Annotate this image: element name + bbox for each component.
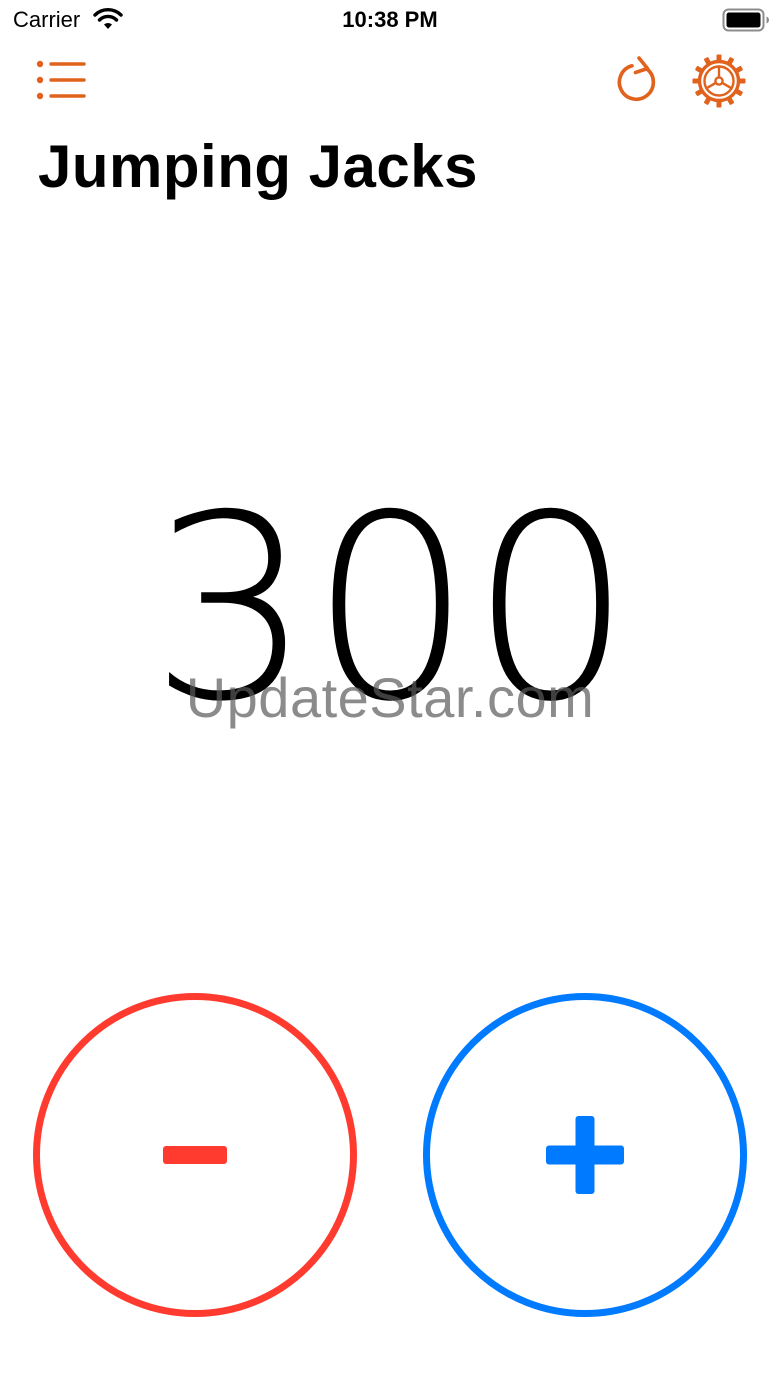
reset-icon <box>617 56 656 101</box>
status-bar: Carrier 10:38 PM <box>0 0 780 40</box>
menu-button[interactable] <box>34 56 90 104</box>
decrement-button[interactable] <box>33 993 357 1317</box>
increment-button[interactable] <box>423 993 747 1317</box>
counter-title: Jumping Jacks <box>38 133 479 200</box>
plus-icon <box>546 1116 624 1194</box>
reset-button[interactable] <box>612 54 664 108</box>
status-time: 10:38 PM <box>342 7 438 32</box>
settings-gear-icon <box>692 54 746 108</box>
battery-icon <box>722 8 769 32</box>
minus-icon <box>163 1146 227 1164</box>
list-icon <box>36 60 86 100</box>
watermark-text: UpdateStar.com <box>185 666 595 729</box>
settings-button[interactable] <box>692 54 746 108</box>
